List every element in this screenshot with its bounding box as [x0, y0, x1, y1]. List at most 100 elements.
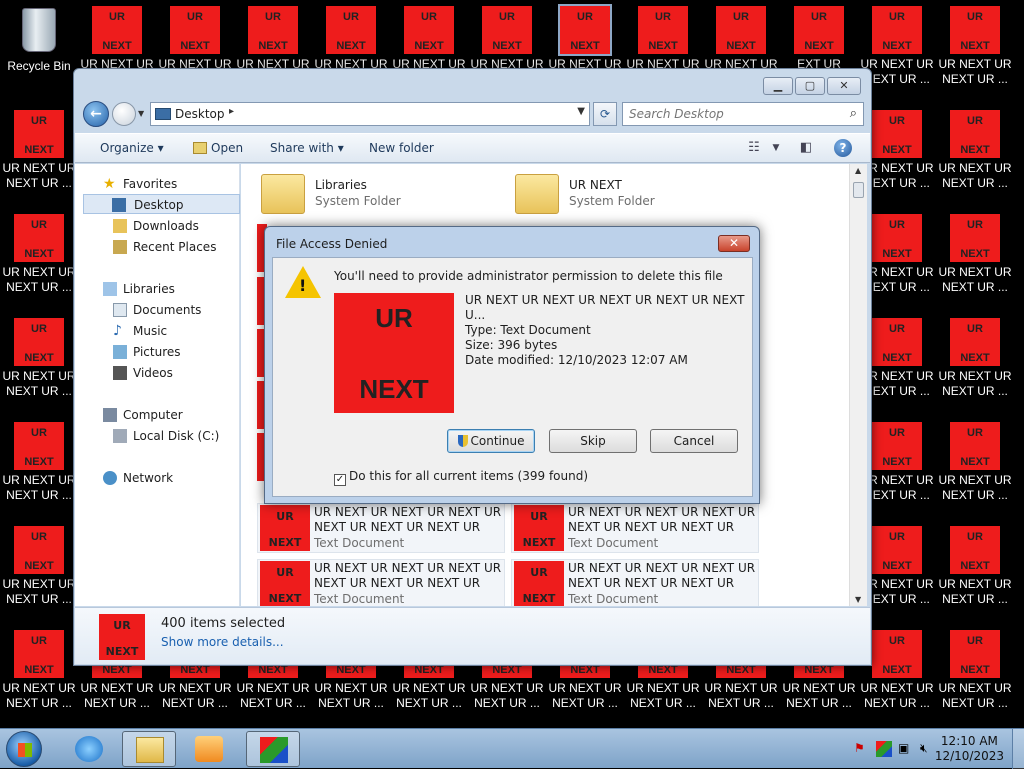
search-box[interactable]: ⌕: [622, 102, 864, 126]
history-dropdown-icon[interactable]: ▼: [138, 109, 146, 118]
preview-pane-icon[interactable]: ◧: [795, 140, 817, 158]
share-with-menu[interactable]: Share with ▾: [270, 141, 344, 155]
start-button[interactable]: [6, 731, 42, 767]
organize-label: Organize: [100, 141, 154, 155]
nav-recent-places[interactable]: Recent Places: [75, 237, 240, 257]
open-button[interactable]: Open: [193, 141, 243, 155]
thumb-text-top: UR: [889, 323, 905, 335]
back-button[interactable]: ←: [83, 101, 109, 127]
forward-button[interactable]: [112, 102, 136, 126]
desktop-file-label: UR NEXT UR NEXT UR ...: [938, 57, 1012, 86]
continue-button[interactable]: Continue: [447, 429, 535, 453]
file-thumbnail: UR NEXT: [514, 505, 564, 551]
taskbar-windows-explorer[interactable]: [122, 731, 176, 767]
desktop-file-icon[interactable]: UR NEXT UR NEXT UR NEXT UR ...: [0, 624, 78, 728]
file-thumbnail: UR NEXT: [514, 561, 564, 606]
desktop-file-icon[interactable]: UR NEXT UR NEXT UR NEXT UR ...: [0, 312, 78, 416]
file-item[interactable]: UR NEXT UR NEXT UR NEXT UR NEXT UR NEXT UR…: [257, 559, 505, 606]
taskbar-internet-explorer[interactable]: [62, 731, 116, 767]
show-desktop-button[interactable]: [1012, 729, 1024, 769]
desktop-file-icon[interactable]: UR NEXT UR NEXT UR NEXT UR ...: [0, 416, 78, 520]
thumb-text-bottom: NEXT: [882, 40, 912, 52]
desktop-file-icon[interactable]: UR NEXT UR NEXT UR NEXT UR ...: [0, 520, 78, 624]
organize-menu[interactable]: Organize ▾: [100, 141, 164, 155]
avg-tray-icon[interactable]: [876, 741, 892, 757]
thumb-text-top: UR: [343, 11, 359, 23]
dialog-close-button[interactable]: ✕: [718, 235, 750, 252]
star-icon: ★: [103, 176, 116, 192]
desktop-file-icon[interactable]: UR NEXT UR NEXT UR NEXT UR ...: [936, 104, 1014, 208]
close-button[interactable]: ✕: [827, 77, 861, 95]
view-dropdown-icon[interactable]: ▼: [765, 143, 787, 161]
scroll-thumb[interactable]: [853, 182, 864, 198]
taskbar-media-player[interactable]: [182, 731, 236, 767]
thumb-text-bottom: NEXT: [960, 456, 990, 468]
scroll-down-icon[interactable]: ▼: [855, 595, 861, 604]
nav-libraries[interactable]: Libraries: [75, 279, 240, 299]
volume-icon[interactable]: 🔇︎: [920, 741, 936, 757]
thumb-text-top: UR: [889, 115, 905, 127]
file-item[interactable]: UR NEXT UR NEXT UR NEXT UR NEXT UR NEXT UR…: [511, 503, 759, 553]
desktop-file-icon[interactable]: UR NEXT UR NEXT UR NEXT UR ...: [936, 624, 1014, 728]
change-view-icon[interactable]: ☷: [743, 140, 765, 158]
vertical-scrollbar[interactable]: ▲ ▼: [849, 164, 867, 606]
folder-ur-next[interactable]: UR NEXT System Folder: [513, 170, 763, 222]
nav-music[interactable]: ♪ Music: [75, 321, 240, 341]
folder-libraries[interactable]: Libraries System Folder: [259, 170, 509, 222]
desktop-file-icon[interactable]: UR NEXT UR NEXT UR NEXT UR ...: [936, 0, 1014, 104]
desktop-file-label: UR NEXT UR NEXT UR ...: [158, 681, 232, 710]
file-info: UR NEXT UR NEXT UR NEXT UR NEXT UR NEXT …: [465, 293, 752, 368]
nav-pictures[interactable]: Pictures: [75, 342, 240, 362]
minimize-button[interactable]: ▁: [763, 77, 793, 95]
skip-button[interactable]: Skip: [549, 429, 637, 453]
details-pane: UR NEXT 400 items selected Show more det…: [75, 607, 870, 664]
breadcrumb-arrow-icon[interactable]: ▸: [229, 106, 234, 117]
desktop-file-icon[interactable]: UR NEXT UR NEXT UR NEXT UR ...: [0, 208, 78, 312]
new-folder-button[interactable]: New folder: [369, 141, 434, 155]
desktop-file-icon[interactable]: UR NEXT UR NEXT UR NEXT UR ...: [936, 312, 1014, 416]
nav-local-disk[interactable]: Local Disk (C:): [75, 426, 240, 446]
file-item[interactable]: UR NEXT UR NEXT UR NEXT UR NEXT UR NEXT UR…: [511, 559, 759, 606]
desktop-file-icon[interactable]: UR NEXT UR NEXT UR NEXT UR ...: [936, 208, 1014, 312]
address-dropdown-icon[interactable]: ▼: [577, 106, 585, 117]
thumb-text-bottom: NEXT: [105, 645, 139, 658]
nav-favorites[interactable]: ★ Favorites: [75, 174, 240, 194]
cancel-button[interactable]: Cancel: [650, 429, 738, 453]
show-more-details-link[interactable]: Show more details...: [161, 635, 284, 649]
desktop-file-icon[interactable]: UR NEXT UR NEXT UR NEXT UR ...: [936, 416, 1014, 520]
do-for-all-checkbox[interactable]: ✓ Do this for all current items (399 foun…: [334, 469, 588, 486]
scroll-up-icon[interactable]: ▲: [855, 166, 861, 175]
action-center-icon[interactable]: ⚑: [854, 741, 870, 757]
nav-documents[interactable]: Documents: [75, 300, 240, 320]
nav-computer[interactable]: Computer: [75, 405, 240, 425]
maximize-button[interactable]: ▢: [795, 77, 825, 95]
nav-downloads[interactable]: Downloads: [75, 216, 240, 236]
file-item[interactable]: UR NEXT UR NEXT UR NEXT UR NEXT UR NEXT UR…: [257, 503, 505, 553]
desktop-file-label: UR NEXT UR NEXT UR ...: [2, 473, 76, 502]
thumb-text-top: UR: [109, 11, 125, 23]
checkbox-box[interactable]: ✓: [334, 474, 346, 486]
search-icon[interactable]: ⌕: [850, 106, 857, 121]
nav-desktop[interactable]: Desktop: [83, 194, 240, 214]
file-thumbnail: UR NEXT: [950, 6, 1000, 54]
thumb-text-bottom: NEXT: [882, 560, 912, 572]
desktop-file-icon[interactable]: UR NEXT UR NEXT UR NEXT UR ...: [936, 520, 1014, 624]
avg-icon: [260, 737, 288, 763]
refresh-button[interactable]: ⟳: [593, 102, 617, 126]
desktop-file-icon[interactable]: UR NEXT UR NEXT UR NEXT UR ...: [0, 104, 78, 208]
help-icon[interactable]: ?: [834, 139, 852, 157]
computer-icon: [103, 408, 117, 422]
share-with-label: Share with: [270, 141, 334, 155]
clock[interactable]: 12:10 AM 12/10/2023: [935, 734, 1004, 764]
nav-network[interactable]: Network: [75, 468, 240, 488]
desktop-file-label: UR NEXT UR NEXT UR ...: [938, 265, 1012, 294]
recycle-bin-icon[interactable]: Recycle Bin: [0, 0, 78, 80]
nav-videos[interactable]: Videos: [75, 363, 240, 383]
address-text: Desktop: [175, 107, 225, 121]
taskbar-avg[interactable]: [246, 731, 300, 767]
network-tray-icon[interactable]: ▣: [898, 741, 914, 757]
address-bar[interactable]: Desktop ▸ ▼: [150, 102, 590, 126]
search-input[interactable]: [629, 104, 839, 124]
thumb-text-bottom: NEXT: [24, 352, 54, 364]
nav-computer-label: Computer: [123, 408, 183, 422]
